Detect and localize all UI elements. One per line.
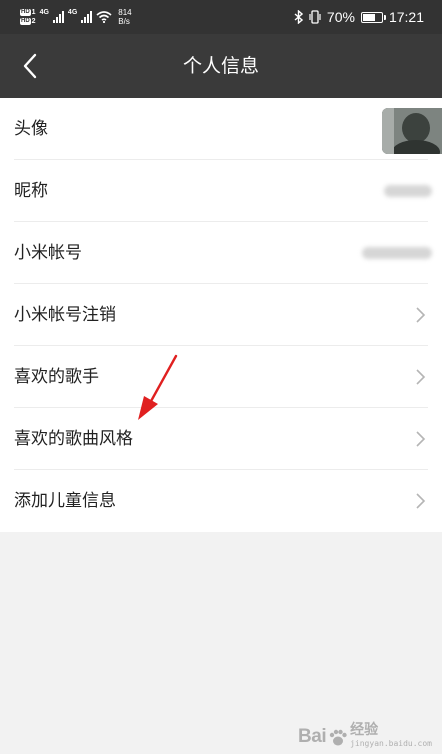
battery-fill [362,13,375,21]
sim2-indicator: HD 2 [20,18,36,26]
row-avatar[interactable]: 头像 [0,98,442,160]
page-title: 个人信息 [182,55,259,77]
profile-settings-list: 头像 昵称 小米帐号 小米帐号注销 喜欢的歌手 喜欢的歌曲风格 添加儿童信息 [0,98,442,532]
battery-icon [360,11,386,23]
row-label: 小米帐号 [14,243,82,263]
clock: 17:21 [388,9,424,25]
row-nickname[interactable]: 昵称 [0,160,442,222]
paw-icon [329,729,347,746]
wifi-icon [96,11,112,23]
row-label: 小米帐号注销 [14,305,116,325]
status-right: 70% 17:21 [294,0,424,34]
row-label: 喜欢的歌曲风格 [14,429,133,449]
row-add-child-info[interactable]: 添加儿童信息 [0,470,442,532]
net-speed: 814 B/s [118,8,131,26]
chevron-right-icon [416,369,426,385]
sim2-number: 2 [31,17,36,25]
avatar [382,108,442,154]
blurred-nickname [384,185,432,197]
hd-badge: HD [20,9,31,16]
status-left: HD 1 HD 2 4G 4G 814 B/s [20,4,132,30]
watermark-text: 经验 jingyan.baidu.com [350,719,432,748]
battery-percent: 70% [326,9,355,25]
sim1-indicator: HD 1 [20,9,36,17]
sim-indicators: HD 1 HD 2 [20,9,36,26]
network-type-1: 4G [39,8,49,16]
row-favorite-singers[interactable]: 喜欢的歌手 [0,346,442,408]
row-mi-account[interactable]: 小米帐号 [0,222,442,284]
nav-bar: 个人信息 [0,34,442,98]
row-favorite-genres[interactable]: 喜欢的歌曲风格 [0,408,442,470]
watermark-cn: 经验 [350,722,379,738]
chevron-right-icon [416,431,426,447]
row-label: 喜欢的歌手 [14,367,99,387]
signal-icon [81,11,93,23]
hd-badge: HD [20,18,31,25]
vibrate-icon [309,10,321,24]
network-type-2: 4G [67,8,78,16]
bluetooth-icon [294,10,303,24]
row-label: 添加儿童信息 [14,491,116,511]
net-speed-value: 814 [118,8,132,17]
signal-icon [52,11,64,23]
status-bar: HD 1 HD 2 4G 4G 814 B/s 70% 17:21 [0,0,442,34]
chevron-right-icon [416,493,426,509]
watermark-url: jingyan.baidu.com [350,739,432,748]
blurred-account-id [362,247,432,259]
row-label: 头像 [14,119,48,139]
watermark-brand: Bai [298,726,327,747]
chevron-right-icon [416,307,426,323]
row-account-deletion[interactable]: 小米帐号注销 [0,284,442,346]
row-label: 昵称 [14,181,48,201]
net-speed-unit: B/s [118,17,130,26]
sim1-number: 1 [31,8,36,16]
baidu-jingyan-watermark: Bai 经验 jingyan.baidu.com [298,719,432,748]
